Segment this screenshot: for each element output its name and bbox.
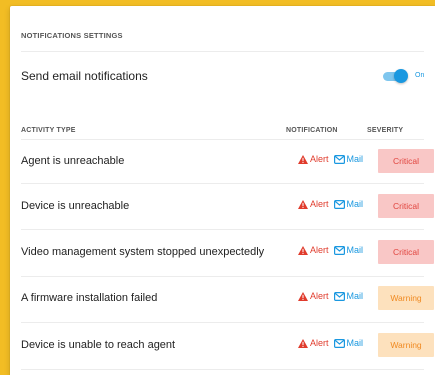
- notification-channels: Alert Mail: [298, 154, 363, 164]
- mail-channel[interactable]: Mail: [333, 338, 364, 348]
- mail-label: Mail: [346, 154, 364, 164]
- activity-type-label: A firmware installation failed: [21, 292, 158, 304]
- severity-badge: Warning: [378, 286, 434, 310]
- email-notifications-toggle[interactable]: [383, 69, 413, 83]
- divider: [21, 51, 424, 52]
- table-row: Video management system stopped unexpect…: [21, 231, 434, 273]
- table-row: Device is unreachable Alert Mail Critica…: [21, 185, 434, 227]
- severity-badge: Critical: [378, 240, 434, 264]
- mail-label: Mail: [346, 199, 364, 209]
- divider: [21, 183, 424, 184]
- mail-channel[interactable]: Mail: [333, 154, 364, 164]
- envelope-icon: [333, 154, 345, 164]
- warning-triangle-icon: [298, 338, 308, 348]
- envelope-icon: [333, 291, 345, 301]
- panel-title: NOTIFICATIONS SETTINGS: [21, 31, 123, 40]
- severity-badge: Critical: [378, 194, 434, 218]
- alert-label: Alert: [310, 199, 329, 209]
- mail-channel[interactable]: Mail: [333, 245, 364, 255]
- notification-channels: Alert Mail: [298, 338, 363, 348]
- activity-type-label: Agent is unreachable: [21, 155, 125, 167]
- mail-label: Mail: [346, 338, 364, 348]
- column-header-notification: NOTIFICATION: [286, 127, 338, 134]
- table-row: Device is unable to reach agent Alert Ma…: [21, 324, 434, 366]
- alert-label: Alert: [310, 245, 329, 255]
- warning-triangle-icon: [298, 199, 308, 209]
- alert-label: Alert: [310, 338, 329, 348]
- warning-triangle-icon: [298, 154, 308, 164]
- mail-channel[interactable]: Mail: [333, 291, 364, 301]
- alert-label: Alert: [310, 291, 329, 301]
- alert-channel[interactable]: Alert: [298, 245, 329, 255]
- alert-channel[interactable]: Alert: [298, 338, 329, 348]
- mail-label: Mail: [346, 245, 364, 255]
- mail-channel[interactable]: Mail: [333, 199, 364, 209]
- mail-label: Mail: [346, 291, 364, 301]
- toggle-state-label: On: [415, 72, 425, 79]
- table-row: Agent is unreachable Alert Mail Critical: [21, 140, 434, 182]
- column-header-activity-type: ACTIVITY TYPE: [21, 127, 76, 134]
- activity-type-label: Device is unable to reach agent: [21, 339, 176, 351]
- alert-channel[interactable]: Alert: [298, 154, 329, 164]
- activity-type-label: Video management system stopped unexpect…: [21, 246, 265, 258]
- column-header-severity: SEVERITY: [367, 127, 404, 134]
- warning-triangle-icon: [298, 291, 308, 301]
- notification-channels: Alert Mail: [298, 291, 363, 301]
- divider: [21, 229, 424, 230]
- alert-label: Alert: [310, 154, 329, 164]
- toggle-knob[interactable]: [394, 69, 408, 83]
- severity-badge: Warning: [378, 333, 434, 357]
- table-row: A firmware installation failed Alert Mai…: [21, 277, 434, 319]
- envelope-icon: [333, 338, 345, 348]
- notifications-settings-panel: NOTIFICATIONS SETTINGS Send email notifi…: [10, 6, 435, 375]
- envelope-icon: [333, 245, 345, 255]
- activity-type-label: Device is unreachable: [21, 200, 130, 212]
- alert-channel[interactable]: Alert: [298, 199, 329, 209]
- severity-badge: Critical: [378, 149, 434, 173]
- divider: [21, 369, 424, 370]
- envelope-icon: [333, 199, 345, 209]
- warning-triangle-icon: [298, 245, 308, 255]
- notification-channels: Alert Mail: [298, 199, 363, 209]
- notification-channels: Alert Mail: [298, 245, 363, 255]
- email-notifications-label: Send email notifications: [21, 69, 148, 83]
- divider: [21, 322, 424, 323]
- alert-channel[interactable]: Alert: [298, 291, 329, 301]
